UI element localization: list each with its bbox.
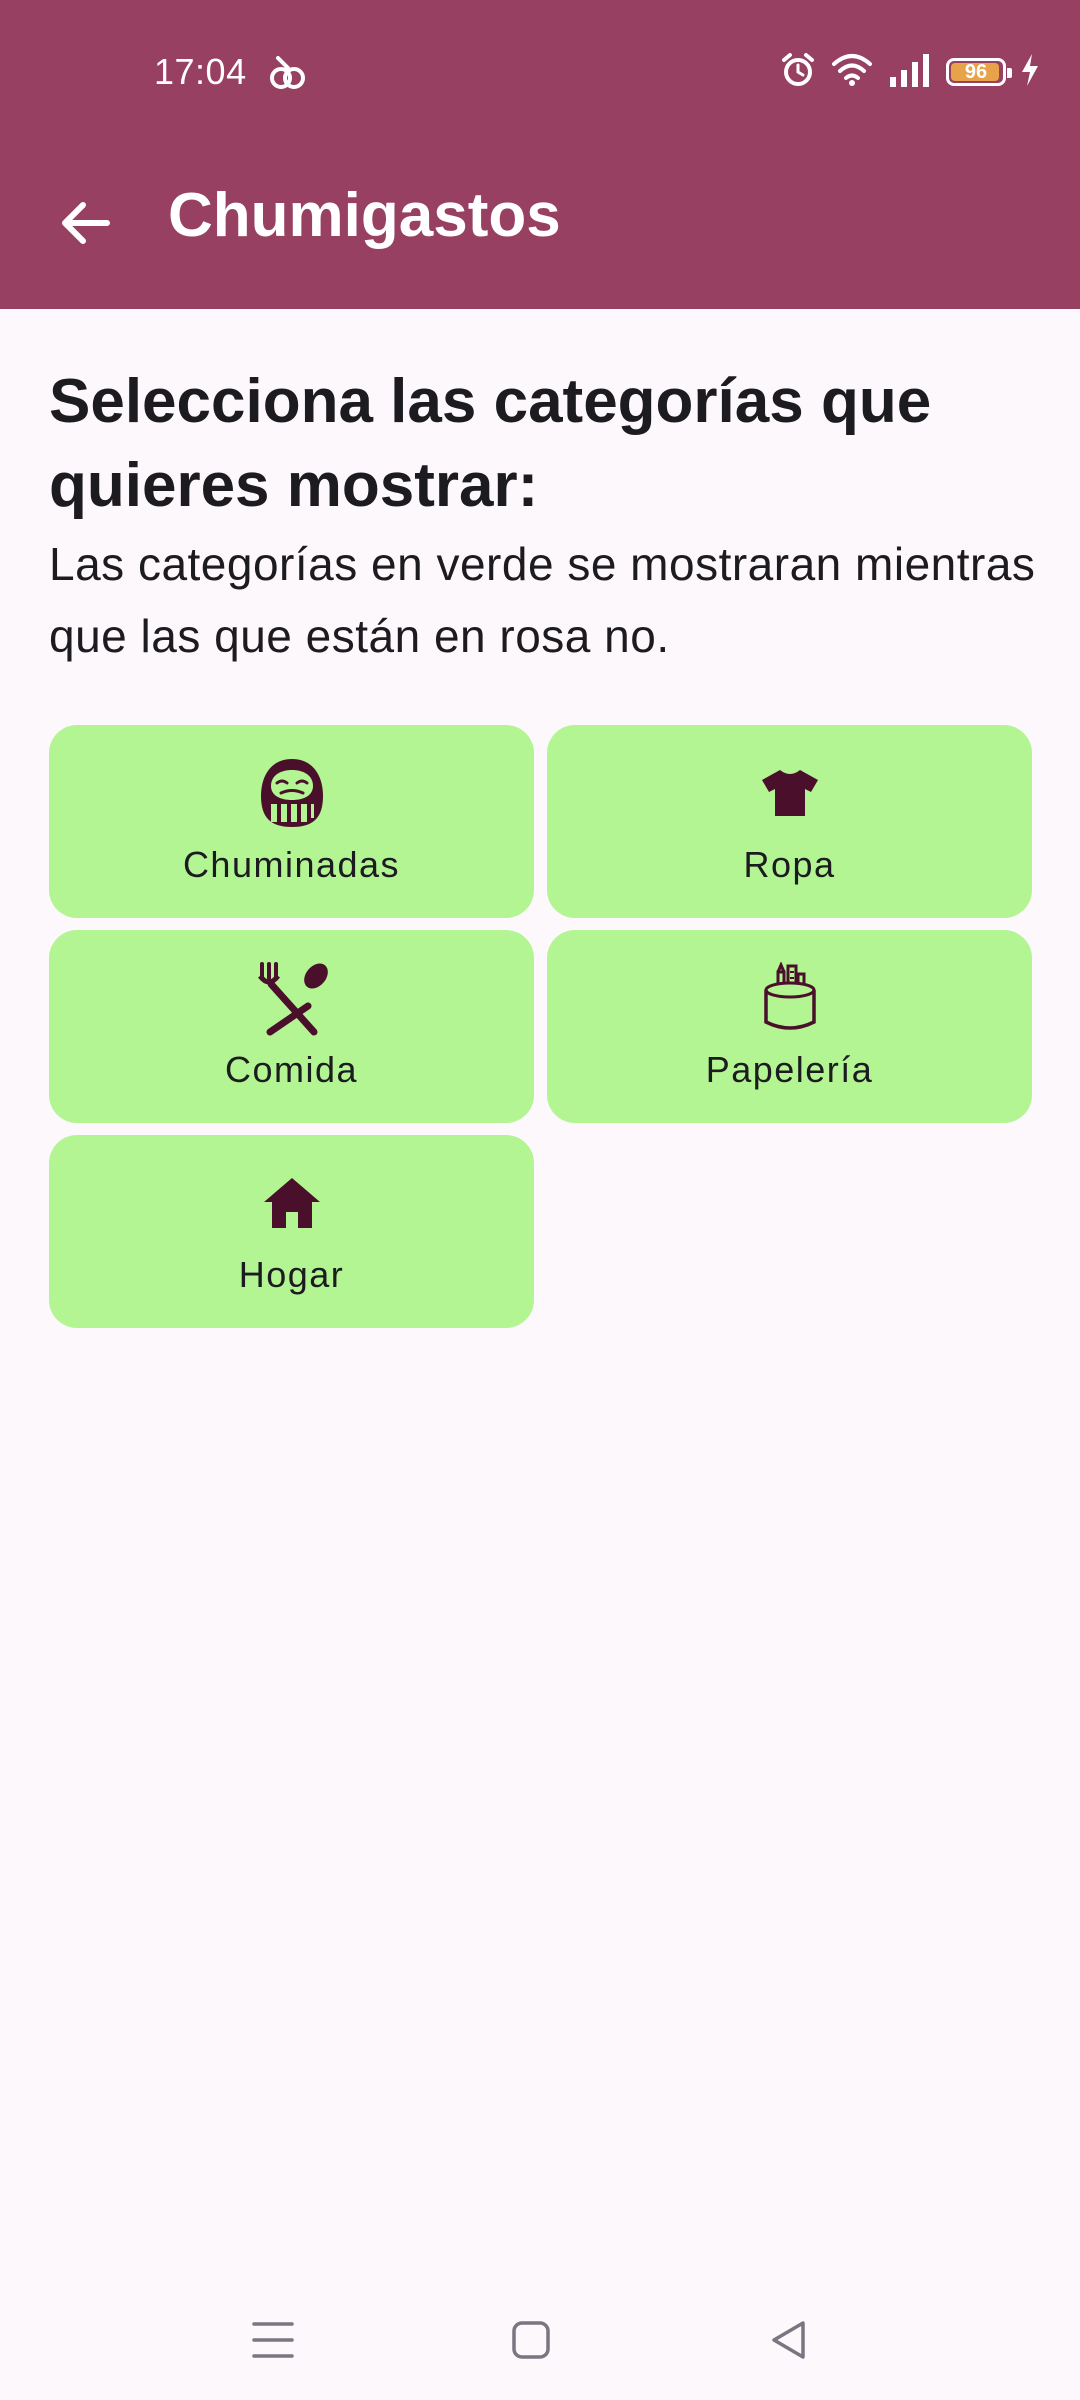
menu-icon — [252, 2322, 294, 2358]
pencil-cup-icon — [752, 960, 828, 1036]
status-icons: 96 — [780, 50, 1040, 94]
signal-icon — [888, 53, 932, 92]
notification-icon — [268, 54, 308, 94]
fork-spoon-icon — [254, 960, 330, 1036]
toolbar: Chumigastos — [0, 150, 1080, 280]
arrow-back-icon — [62, 202, 110, 244]
app-bar: 17:04 96 Chumigastos — [0, 0, 1080, 309]
charging-icon — [1020, 53, 1040, 92]
instructions: Selecciona las categorías que quieres mo… — [49, 360, 1039, 672]
category-label: Papelería — [705, 1048, 874, 1090]
category-ropa[interactable]: Ropa — [547, 725, 1032, 918]
battery-icon: 96 — [946, 58, 1012, 86]
status-time: 17:04 — [154, 51, 247, 92]
category-papeleria[interactable]: Papelería — [547, 930, 1032, 1123]
category-hogar[interactable]: Hogar — [49, 1135, 534, 1328]
wifi-icon — [830, 52, 874, 93]
category-comida[interactable]: Comida — [49, 930, 534, 1123]
system-nav-bar — [0, 2270, 1080, 2400]
category-label: Ropa — [743, 843, 836, 885]
back-button[interactable] — [44, 182, 126, 264]
recents-button[interactable] — [233, 2300, 313, 2380]
category-label: Comida — [224, 1048, 359, 1090]
daruma-icon — [254, 755, 330, 831]
app-title: Chumigastos — [168, 181, 561, 250]
battery-level: 96 — [964, 61, 988, 83]
house-icon — [254, 1165, 330, 1241]
category-grid: Chuminadas Ropa Comida Papelería Hogar — [49, 725, 1032, 1328]
system-back-button[interactable] — [749, 2300, 829, 2380]
page-title: Selecciona las categorías que quieres mo… — [49, 367, 932, 520]
home-square-icon — [512, 2321, 550, 2359]
home-button[interactable] — [491, 2300, 571, 2380]
back-triangle-icon — [772, 2321, 805, 2359]
tshirt-icon — [752, 755, 828, 831]
category-label: Hogar — [238, 1253, 345, 1295]
page-description: Las categorías en verde se mostraran mie… — [49, 538, 1036, 662]
status-bar: 17:04 96 — [0, 0, 1080, 140]
alarm-icon — [780, 52, 816, 93]
category-label: Chuminadas — [182, 843, 401, 885]
category-chuminadas[interactable]: Chuminadas — [49, 725, 534, 918]
